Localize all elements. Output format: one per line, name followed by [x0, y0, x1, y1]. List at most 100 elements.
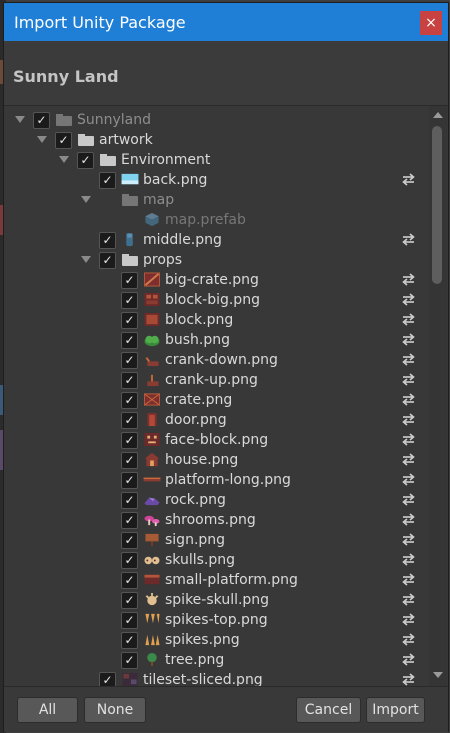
select-all-button[interactable]: All — [17, 697, 78, 723]
include-checkbox[interactable]: ✓ — [121, 412, 138, 429]
tree-file-row[interactable]: ✓ spike-skull.png — [4, 590, 428, 610]
tree-item-label: block.png — [165, 312, 234, 328]
spikes-top-icon — [145, 613, 160, 624]
tree-file-row[interactable]: ✓ bush.png — [4, 330, 428, 350]
tree-file-row[interactable]: ✓ house.png — [4, 450, 428, 470]
asset-tree: ✓ Sunnyland ✓ artwork ✓ Environment ✓ back.png m… — [4, 106, 428, 686]
tree-item-label: artwork — [99, 132, 153, 148]
sky-image-icon — [121, 173, 139, 185]
expand-arrow-icon[interactable] — [15, 116, 25, 123]
reimport-icon — [402, 393, 415, 406]
expand-arrow-icon[interactable] — [81, 256, 91, 263]
tree-item-label: map.prefab — [165, 212, 246, 228]
tree-item-label: tree.png — [165, 652, 225, 668]
window-title: Import Unity Package — [14, 13, 186, 32]
expand-arrow-icon[interactable] — [81, 196, 91, 203]
tree-file-row[interactable]: ✓ platform-long.png — [4, 470, 428, 490]
include-checkbox[interactable]: ✓ — [77, 152, 94, 169]
folder-icon — [56, 114, 72, 126]
include-checkbox[interactable]: ✓ — [121, 492, 138, 509]
title-bar[interactable]: Import Unity Package × — [4, 3, 448, 41]
scrollbar-thumb[interactable] — [432, 126, 442, 284]
include-checkbox[interactable]: ✓ — [121, 572, 138, 589]
include-checkbox[interactable]: ✓ — [121, 652, 138, 669]
include-checkbox[interactable]: ✓ — [121, 612, 138, 629]
tree-file-row[interactable]: ✓ rock.png — [4, 490, 428, 510]
include-checkbox[interactable]: ✓ — [121, 452, 138, 469]
include-checkbox[interactable]: ✓ — [121, 472, 138, 489]
tree-folder-row[interactable]: ✓ props — [4, 250, 428, 270]
tree-file-row[interactable]: ✓ tree.png — [4, 650, 428, 670]
import-package-window: Import Unity Package × Sunny Land ✓ Sunny… — [4, 3, 448, 732]
include-checkbox[interactable]: ✓ — [55, 132, 72, 149]
tree-file-row[interactable]: ✓ middle.png — [4, 230, 428, 250]
include-checkbox[interactable]: ✓ — [121, 312, 138, 329]
reimport-icon — [402, 673, 415, 686]
include-checkbox[interactable]: ✓ — [99, 172, 116, 189]
include-checkbox[interactable]: ✓ — [121, 552, 138, 569]
close-button[interactable]: × — [420, 11, 442, 35]
spike-skull-icon — [145, 592, 159, 606]
face-block-icon — [144, 432, 160, 447]
tree-file-row[interactable]: ✓ shrooms.png — [4, 510, 428, 530]
scroll-up-arrow-icon[interactable] — [433, 112, 443, 118]
include-checkbox[interactable]: ✓ — [121, 332, 138, 349]
reimport-icon — [402, 493, 415, 506]
include-checkbox[interactable]: ✓ — [121, 372, 138, 389]
expand-arrow-icon[interactable] — [37, 136, 47, 143]
middle-image-icon — [126, 232, 133, 247]
tree-file-row[interactable]: map.prefab — [4, 210, 428, 230]
tree-file-row[interactable]: ✓ spikes.png — [4, 630, 428, 650]
tree-file-row[interactable]: ✓ block-big.png — [4, 290, 428, 310]
tree-file-row[interactable]: ✓ crank-down.png — [4, 350, 428, 370]
tree-file-row[interactable]: ✓ sign.png — [4, 530, 428, 550]
tileset-icon — [122, 672, 138, 686]
select-none-button[interactable]: None — [84, 697, 146, 723]
tree-file-row[interactable]: ✓ back.png — [4, 170, 428, 190]
cancel-button[interactable]: Cancel — [296, 697, 361, 723]
include-checkbox[interactable]: ✓ — [99, 232, 116, 249]
tree-folder-row[interactable]: map — [4, 190, 428, 210]
tree-file-row[interactable]: ✓ spikes-top.png — [4, 610, 428, 630]
include-checkbox[interactable]: ✓ — [121, 632, 138, 649]
door-icon — [147, 412, 157, 427]
tree-file-row[interactable]: ✓ face-block.png — [4, 430, 428, 450]
tree-file-row[interactable]: ✓ door.png — [4, 410, 428, 430]
tree-folder-row[interactable]: ✓ artwork — [4, 130, 428, 150]
include-checkbox[interactable]: ✓ — [99, 252, 116, 269]
include-checkbox[interactable]: ✓ — [121, 392, 138, 409]
tree-item-label: big-crate.png — [165, 272, 259, 288]
vertical-scrollbar[interactable] — [429, 106, 447, 686]
tree-folder-row[interactable]: ✓ Sunnyland — [4, 110, 428, 130]
import-button[interactable]: Import — [366, 697, 425, 723]
include-checkbox[interactable]: ✓ — [33, 112, 50, 129]
scroll-down-arrow-icon[interactable] — [433, 672, 443, 678]
expand-arrow-icon[interactable] — [59, 156, 69, 163]
reimport-icon — [402, 613, 415, 626]
tree-folder-row[interactable]: ✓ Environment — [4, 150, 428, 170]
tree-item-label: shrooms.png — [165, 512, 256, 528]
tree-file-row[interactable]: ✓ block.png — [4, 310, 428, 330]
tree-file-row[interactable]: ✓ crate.png — [4, 390, 428, 410]
crank-down-icon — [145, 357, 159, 367]
tree-item-label: props — [143, 252, 183, 268]
platform-long-icon — [143, 477, 161, 482]
tree-file-row[interactable]: ✓ big-crate.png — [4, 270, 428, 290]
include-checkbox[interactable]: ✓ — [99, 672, 116, 686]
reimport-icon — [402, 413, 415, 426]
include-checkbox[interactable]: ✓ — [121, 512, 138, 529]
block-icon — [144, 312, 160, 327]
tree-icon — [147, 652, 157, 667]
include-checkbox[interactable]: ✓ — [121, 592, 138, 609]
tree-item-label: rock.png — [165, 492, 226, 508]
include-checkbox[interactable]: ✓ — [121, 532, 138, 549]
tree-file-row[interactable]: ✓ skulls.png — [4, 550, 428, 570]
include-checkbox[interactable]: ✓ — [121, 432, 138, 449]
include-checkbox[interactable]: ✓ — [121, 352, 138, 369]
reimport-icon — [402, 433, 415, 446]
tree-file-row[interactable]: ✓ small-platform.png — [4, 570, 428, 590]
tree-file-row[interactable]: ✓ crank-up.png — [4, 370, 428, 390]
tree-file-row[interactable]: ✓ tileset-sliced.png — [4, 670, 428, 686]
include-checkbox[interactable]: ✓ — [121, 292, 138, 309]
include-checkbox[interactable]: ✓ — [121, 272, 138, 289]
